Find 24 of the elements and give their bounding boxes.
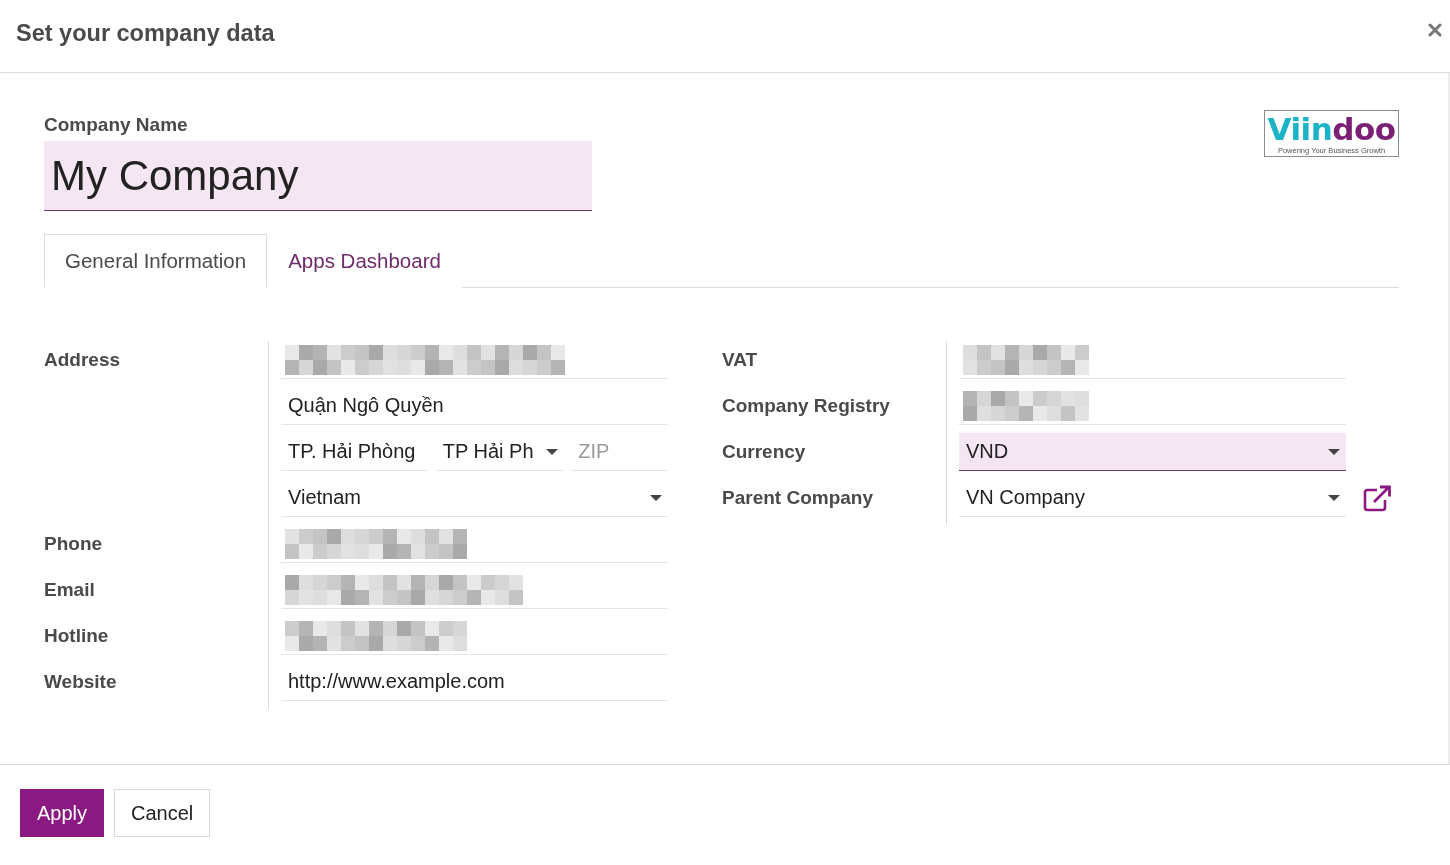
tab[interactable]: General Information bbox=[44, 234, 268, 288]
logo-wordmark: doo bbox=[1332, 112, 1396, 146]
field-label: Phone bbox=[44, 532, 104, 556]
field-label: Company Registry bbox=[722, 394, 891, 418]
field-label: VAT bbox=[722, 348, 759, 372]
close-icon[interactable] bbox=[1428, 23, 1442, 37]
field-label: Email bbox=[44, 578, 96, 602]
field-label: Hotline bbox=[44, 624, 110, 648]
field-label: Address bbox=[44, 348, 122, 372]
caret-icon bbox=[545, 448, 558, 455]
company-name-input[interactable]: My Company bbox=[44, 141, 592, 211]
field-label: Website bbox=[44, 670, 118, 694]
field-label: Company Name bbox=[44, 114, 189, 136]
caret-icon bbox=[1328, 494, 1340, 501]
logo-wordmark: Viin bbox=[1267, 112, 1333, 146]
caret-icon bbox=[1328, 448, 1340, 455]
primary-button[interactable]: Apply bbox=[20, 789, 105, 837]
select-field[interactable]: VND bbox=[959, 433, 1346, 471]
external-link-icon[interactable] bbox=[1363, 484, 1392, 512]
field-label: Parent Company bbox=[722, 486, 874, 510]
dialog-title: Set your company data bbox=[16, 19, 275, 47]
field-label: Currency bbox=[722, 440, 807, 464]
caret-icon bbox=[650, 494, 662, 501]
secondary-button[interactable]: Cancel bbox=[114, 789, 211, 837]
